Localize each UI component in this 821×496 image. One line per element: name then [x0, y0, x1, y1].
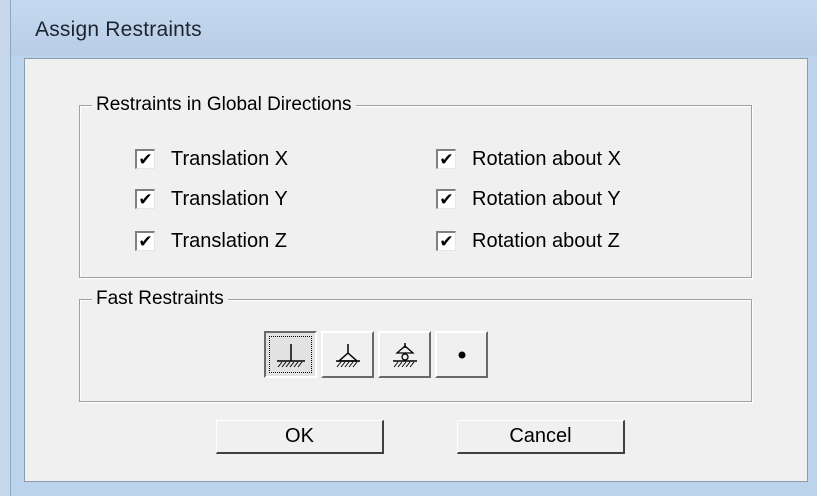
rotation-z-checkbox-row[interactable]: ✔ Rotation about Z [436, 228, 620, 254]
roller-support-button[interactable] [378, 331, 431, 378]
rotation-y-label[interactable]: Rotation about Y [472, 188, 621, 211]
fast-restraints-toolbar [264, 331, 488, 378]
fixed-support-button[interactable] [264, 331, 317, 378]
fast-restraints-group-title: Fast Restraints [92, 288, 228, 310]
rotation-y-checkbox[interactable]: ✔ [436, 189, 456, 209]
dialog-client-area: Restraints in Global Directions ✔ Transl… [24, 58, 808, 482]
translation-y-checkbox-row[interactable]: ✔ Translation Y [135, 186, 288, 212]
background-strip [0, 0, 10, 496]
window-title: Assign Restraints [35, 18, 202, 41]
rotation-y-checkbox-row[interactable]: ✔ Rotation about Y [436, 186, 621, 212]
pinned-support-icon [335, 343, 360, 367]
title-bar[interactable]: Assign Restraints [11, 0, 817, 56]
restraints-group-title: Restraints in Global Directions [92, 94, 356, 116]
rotation-z-label[interactable]: Rotation about Z [472, 230, 620, 253]
cancel-button[interactable]: Cancel [457, 420, 625, 454]
translation-x-checkbox[interactable]: ✔ [135, 149, 155, 169]
fixed-support-icon [276, 343, 305, 367]
free-node-icon [458, 351, 465, 358]
rotation-x-checkbox-row[interactable]: ✔ Rotation about X [436, 146, 621, 172]
rotation-z-checkbox[interactable]: ✔ [436, 231, 456, 251]
translation-y-label[interactable]: Translation Y [171, 188, 288, 211]
rotation-x-label[interactable]: Rotation about X [472, 148, 621, 171]
translation-y-checkbox[interactable]: ✔ [135, 189, 155, 209]
translation-z-checkbox-row[interactable]: ✔ Translation Z [135, 228, 287, 254]
translation-z-checkbox[interactable]: ✔ [135, 231, 155, 251]
roller-support-icon [392, 342, 417, 367]
free-node-button[interactable] [435, 331, 488, 378]
translation-x-checkbox-row[interactable]: ✔ Translation X [135, 146, 288, 172]
rotation-x-checkbox[interactable]: ✔ [436, 149, 456, 169]
translation-x-label[interactable]: Translation X [171, 148, 288, 171]
assign-restraints-dialog: Assign Restraints Restraints in Global D… [10, 0, 817, 496]
translation-z-label[interactable]: Translation Z [171, 230, 287, 253]
pinned-support-button[interactable] [321, 331, 374, 378]
ok-button[interactable]: OK [216, 420, 384, 454]
